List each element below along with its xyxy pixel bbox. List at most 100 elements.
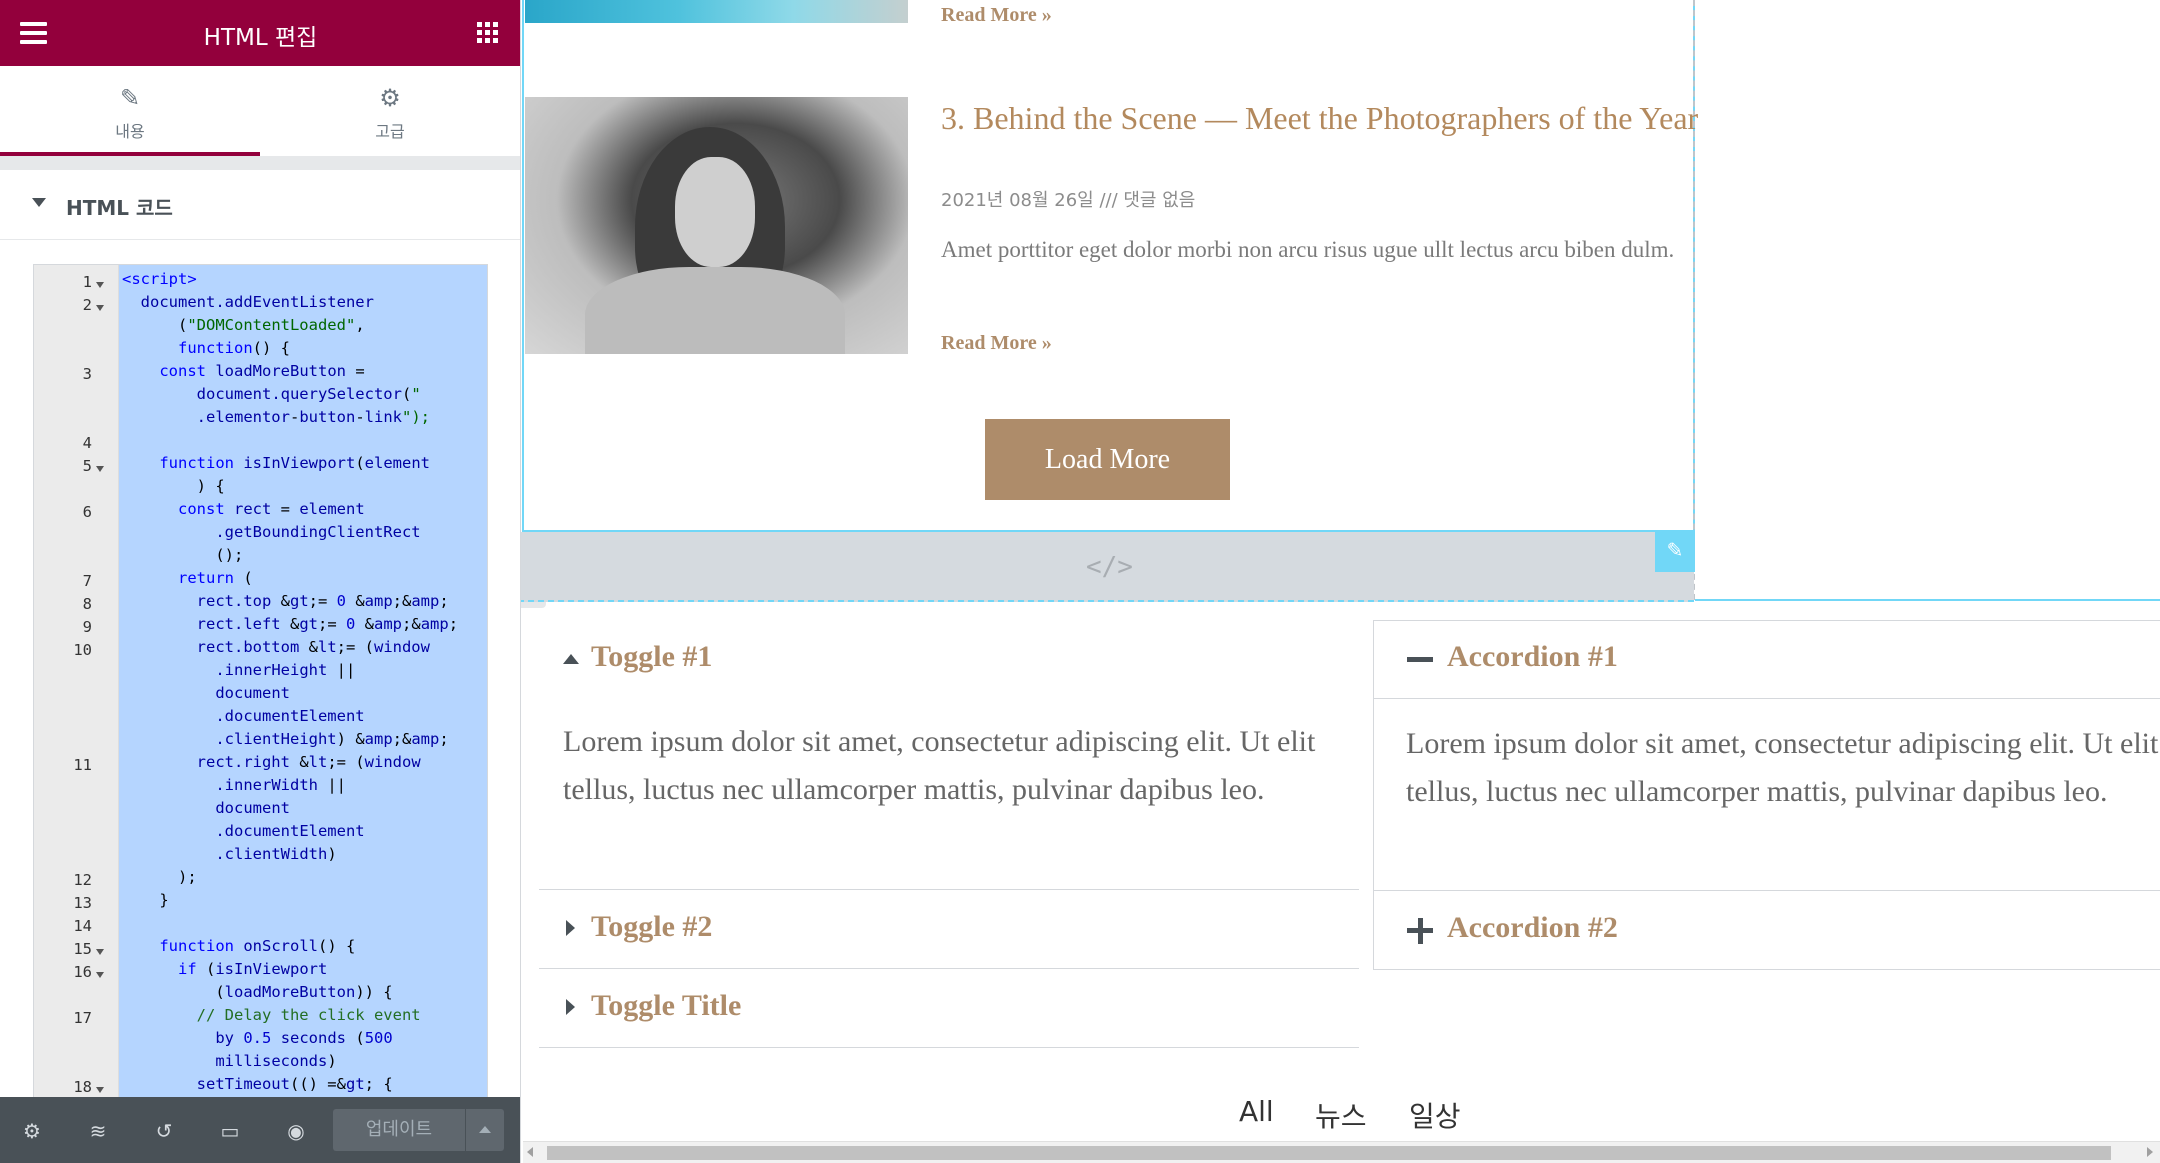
code-line: if (isInViewport <box>178 959 328 978</box>
tab-content-label: 내용 <box>115 122 145 141</box>
fold-arrow-icon[interactable] <box>96 971 104 978</box>
pencil-icon: ✎ <box>1666 538 1684 562</box>
filter-news[interactable]: 뉴스 <box>1315 1095 1367 1135</box>
line-number: 14 <box>73 916 92 935</box>
read-more-link[interactable]: Read More » <box>941 4 1052 27</box>
tabs-divider <box>0 156 520 170</box>
tab-content[interactable]: ✎ 내용 <box>0 66 260 156</box>
fold-arrow-icon[interactable] <box>96 948 104 955</box>
line-number: 8 <box>82 594 92 613</box>
scroll-left-arrow-icon[interactable] <box>527 1147 533 1157</box>
line-number: 5 <box>82 456 92 475</box>
line-number: 7 <box>82 571 92 590</box>
line-number: 3 <box>82 364 92 383</box>
layers-icon[interactable]: ≋ <box>86 1119 110 1143</box>
section-outline <box>1695 599 2160 601</box>
section-title: HTML 코드 <box>66 196 173 220</box>
html-widget-placeholder[interactable]: </> <box>521 532 1694 602</box>
widgets-grid-icon[interactable] <box>477 22 499 44</box>
line-number: 15 <box>73 939 92 958</box>
code-line: function() { <box>178 338 290 357</box>
editor-panel: HTML 편집 ✎ 내용 ⚙ 고급 HTML 코드 1 <script> 2 d… <box>0 0 521 1163</box>
post-excerpt: Amet porttitor eget dolor morbi non arcu… <box>941 237 1675 262</box>
panel-header: HTML 편집 <box>0 0 520 66</box>
settings-icon[interactable]: ⚙ <box>20 1119 44 1143</box>
code-line: // Delay the click event <box>196 1005 421 1024</box>
responsive-icon[interactable]: ▭ <box>218 1119 242 1143</box>
tab-advanced[interactable]: ⚙ 고급 <box>260 66 520 156</box>
toggle-content: Lorem ipsum dolor sit amet, consectetur … <box>563 725 1316 806</box>
filter-all[interactable]: All <box>1239 1095 1274 1128</box>
history-icon[interactable]: ↺ <box>152 1119 176 1143</box>
code-line: const loadMoreButton = <box>159 361 365 380</box>
accordion-title[interactable]: Accordion #2 <box>1447 911 1618 945</box>
code-line: ("DOMContentLoaded", <box>122 315 365 334</box>
code-line: .innerWidth || <box>215 775 346 794</box>
post-title[interactable]: 3. Behind the Scene — Meet the Photograp… <box>941 96 1701 140</box>
fold-arrow-icon[interactable] <box>96 1086 104 1093</box>
code-line: setTimeout(() =&gt; { <box>196 1074 393 1093</box>
line-number: 10 <box>73 640 92 659</box>
accordion-widget: Accordion #1 Lorem ipsum dolor sit amet,… <box>1373 620 2160 970</box>
code-line: .getBoundingClientRect <box>215 522 421 541</box>
elementor-editor: HTML 편집 ✎ 내용 ⚙ 고급 HTML 코드 1 <script> 2 d… <box>0 0 2160 1163</box>
code-icon: </> <box>1086 552 1133 582</box>
update-button[interactable]: 업데이트 <box>333 1109 465 1151</box>
post-thumbnail-woman[interactable] <box>525 97 908 354</box>
update-options-button[interactable] <box>466 1109 504 1151</box>
line-number: 17 <box>73 1008 92 1027</box>
tab-advanced-label: 고급 <box>375 122 405 141</box>
code-line: .clientHeight) &amp;&amp; <box>215 729 449 748</box>
code-line: document.addEventListener <box>140 292 374 311</box>
line-number: 12 <box>73 870 92 889</box>
toggle-item: Toggle Title <box>539 969 1359 1048</box>
toggle-title[interactable]: Toggle #1 <box>591 640 712 674</box>
line-number: 4 <box>82 433 92 452</box>
horizontal-scrollbar[interactable] <box>523 1141 2160 1163</box>
scroll-right-arrow-icon[interactable] <box>2147 1147 2153 1157</box>
line-number: 16 <box>73 962 92 981</box>
code-line: .elementor-button-link"); <box>196 407 430 426</box>
accordion-title[interactable]: Accordion #1 <box>1447 640 1618 674</box>
scrollbar-thumb[interactable] <box>547 1146 2111 1160</box>
edit-widget-button[interactable]: ✎ <box>1655 531 1695 572</box>
post-thumbnail-pool[interactable] <box>525 0 908 23</box>
caret-up-icon <box>563 654 579 664</box>
toggle-title[interactable]: Toggle Title <box>591 989 741 1023</box>
panel-title: HTML 편집 <box>203 25 318 51</box>
accordion-divider <box>1373 698 2160 699</box>
filter-daily[interactable]: 일상 <box>1409 1095 1461 1135</box>
preview-canvas: Read More » 3. Behind the Scene — Meet t… <box>521 0 2160 1163</box>
plus-icon <box>1418 918 1423 944</box>
code-line: } <box>122 890 169 909</box>
toggle-title[interactable]: Toggle #2 <box>591 910 712 944</box>
code-line: <script> <box>122 269 197 288</box>
caret-right-icon <box>566 920 575 936</box>
html-code-section-header[interactable]: HTML 코드 <box>0 170 520 240</box>
code-line: (); <box>122 545 244 564</box>
load-more-button[interactable]: Load More <box>985 419 1230 500</box>
toggle-item: Toggle #1 Lorem ipsum dolor sit amet, co… <box>539 620 1359 890</box>
code-line: milliseconds) <box>215 1051 337 1070</box>
code-line: .documentElement <box>215 821 365 840</box>
code-line: .documentElement <box>215 706 365 725</box>
read-more-link[interactable]: Read More » <box>941 332 1052 355</box>
code-line: rect.left &gt;= 0 &amp;&amp; <box>196 614 459 633</box>
gear-icon: ⚙ <box>379 84 401 112</box>
code-editor[interactable]: 1 <script> 2 document.addEventListener ("D… <box>33 264 488 1104</box>
post-meta: 2021년 08월 26일 /// 댓글 없음 <box>941 190 1196 211</box>
fold-arrow-icon[interactable] <box>96 304 104 311</box>
minus-icon <box>1407 657 1433 662</box>
panel-footer: ⚙ ≋ ↺ ▭ ◉ 업데이트 <box>0 1097 520 1163</box>
code-line: by 0.5 seconds (500 <box>215 1028 393 1047</box>
code-line: (loadMoreButton)) { <box>122 982 393 1001</box>
fold-arrow-icon[interactable] <box>96 281 104 288</box>
preview-eye-icon[interactable]: ◉ <box>284 1119 308 1143</box>
toggle-item: Toggle #2 <box>539 890 1359 969</box>
line-number: 11 <box>73 755 92 774</box>
line-number: 1 <box>82 272 92 291</box>
panel-tabs: ✎ 내용 ⚙ 고급 <box>0 66 520 156</box>
pencil-icon: ✎ <box>119 84 141 112</box>
code-area: 1 <script> 2 document.addEventListener ("D… <box>0 240 520 1104</box>
fold-arrow-icon[interactable] <box>96 465 104 472</box>
